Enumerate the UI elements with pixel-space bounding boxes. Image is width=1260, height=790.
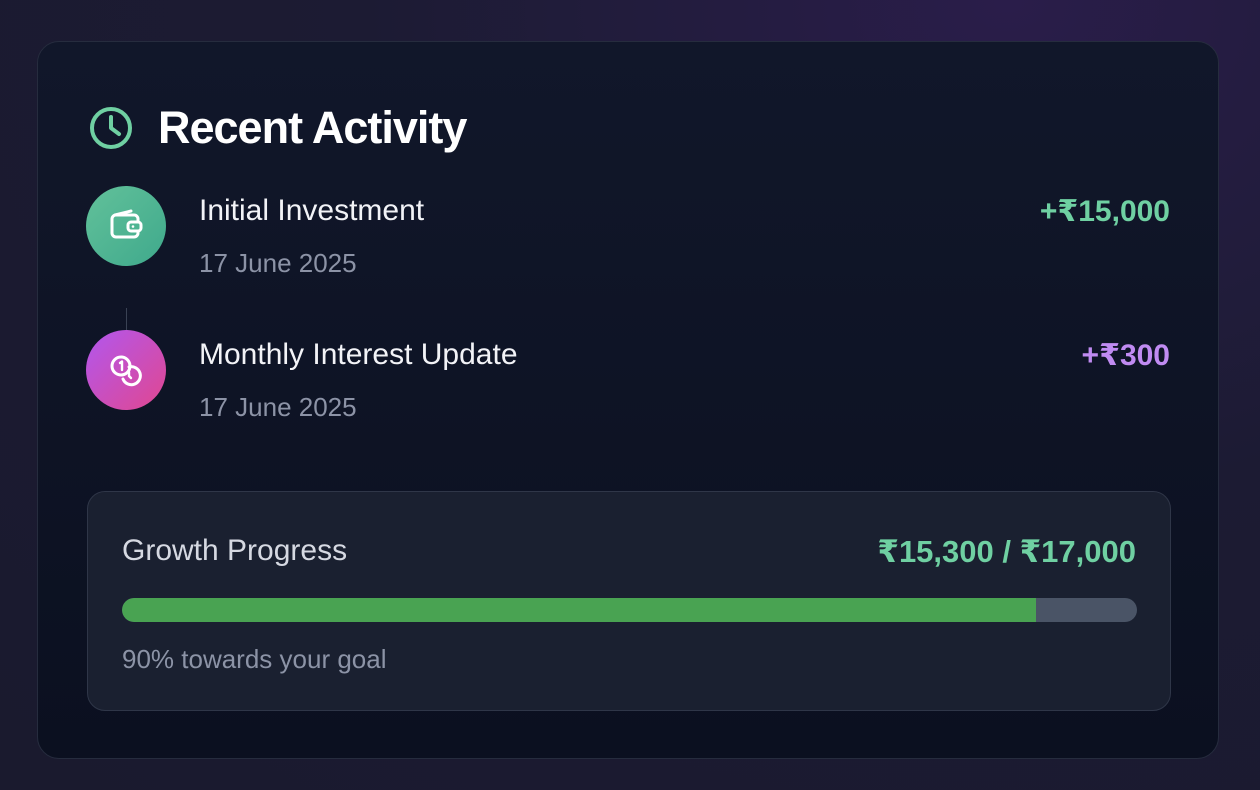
- activity-name: Initial Investment: [199, 194, 425, 227]
- activity-date: 17 June 2025: [199, 392, 357, 422]
- growth-progress-panel: Growth Progress ₹15,300 / ₹17,000 90% to…: [87, 491, 1171, 711]
- activity-amount: +₹300: [1081, 339, 1170, 372]
- activity-item[interactable]: Monthly Interest Update 17 June 2025 +₹3…: [86, 330, 1170, 422]
- progress-caption: 90% towards your goal: [122, 644, 387, 674]
- progress-value: ₹15,300 / ₹17,000: [877, 534, 1136, 569]
- activity-amount: +₹15,000: [1039, 195, 1170, 228]
- activity-date: 17 June 2025: [199, 248, 357, 278]
- card-title: Recent Activity: [158, 102, 467, 153]
- progress-bar-fill: [122, 598, 1036, 622]
- coins-icon: [86, 330, 166, 410]
- recent-activity-card: Recent Activity Initial Investment 17 Ju…: [37, 41, 1219, 759]
- activity-name: Monthly Interest Update: [199, 338, 518, 371]
- wallet-icon: [86, 186, 166, 266]
- progress-bar: [122, 598, 1137, 622]
- card-header: Recent Activity: [88, 102, 467, 154]
- clock-icon: [90, 107, 132, 149]
- activity-item[interactable]: Initial Investment 17 June 2025 +₹15,000: [86, 186, 1170, 278]
- progress-label: Growth Progress: [122, 534, 348, 567]
